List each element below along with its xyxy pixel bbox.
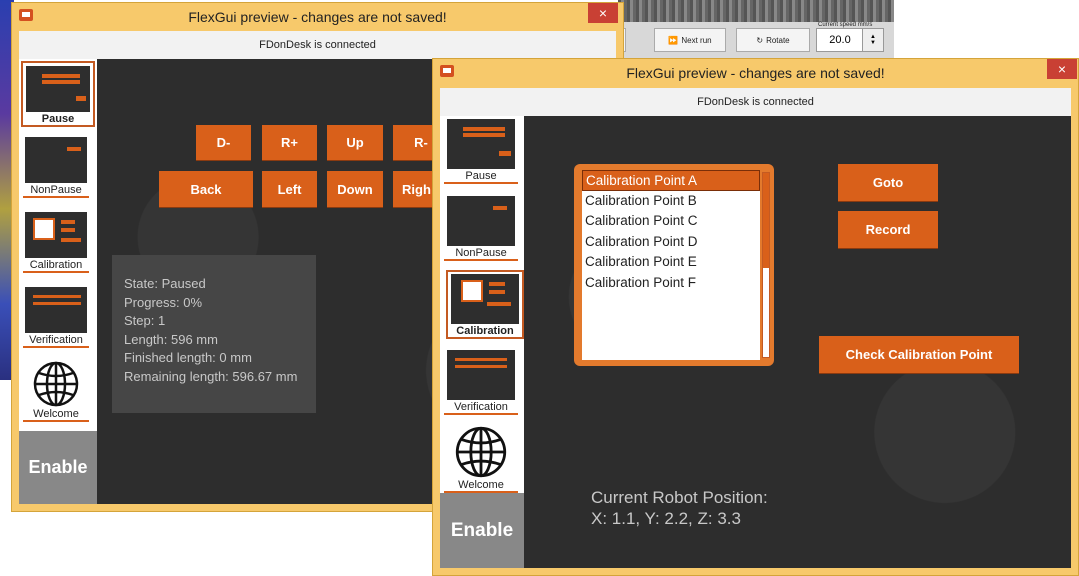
calibration-thumbnail [25,212,87,258]
nav-item-pause[interactable]: Pause [444,119,518,184]
globe-icon [455,426,507,478]
calibration-thumbnail [451,274,519,324]
remaining-length-text: Remaining length: 596.67 mm [124,368,298,384]
nav-item-calibration[interactable]: Calibration [23,212,89,273]
nav-label: Verification [444,400,518,415]
calibration-point-list: Calibration Point A Calibration Point B … [574,164,774,366]
rotate-button[interactable]: ↻ Rotate [736,28,810,52]
window-title: FlexGui preview - changes are not saved! [626,65,885,81]
connection-status: FDonDesk is connected [19,31,616,59]
background-app-image [618,0,894,22]
verification-thumbnail [25,287,87,333]
sidebar: Pause NonPause Calibration Verification … [440,116,524,568]
down-button[interactable]: Down [327,171,383,207]
chevron-down-icon: ▼ [870,40,876,46]
list-item-calibration-point-a[interactable]: Calibration Point A [582,170,760,191]
goto-button[interactable]: Goto [838,164,938,201]
nonpause-thumbnail [25,137,87,183]
finished-length-text: Finished length: 0 mm [124,350,252,366]
enable-button[interactable]: Enable [19,431,97,504]
status-panel: State: Paused Progress: 0% Step: 1 Lengt… [112,255,316,413]
calibration-point-listbox[interactable]: Calibration Point A Calibration Point B … [582,170,760,360]
enable-button[interactable]: Enable [440,493,524,568]
nav-item-welcome[interactable]: Welcome [23,361,89,422]
rotate-icon: ↻ [756,35,764,45]
main-content: Pause NonPause Calibration Verification … [440,116,1071,568]
next-run-button[interactable]: ⏩ Next run [654,28,726,52]
pause-thumbnail [447,119,515,169]
nav-item-calibration[interactable]: Calibration [446,270,524,339]
list-item-calibration-point-b[interactable]: Calibration Point B [582,191,760,212]
speed-input[interactable]: 20.0 [816,28,864,52]
list-item-calibration-point-e[interactable]: Calibration Point E [582,252,760,273]
record-button[interactable]: Record [838,211,938,248]
nav-label: Welcome [23,407,89,422]
r-plus-button[interactable]: R+ [262,125,317,160]
title-bar[interactable]: FlexGui preview - changes are not saved!… [12,3,623,31]
nav-item-nonpause[interactable]: NonPause [444,196,518,261]
nav-item-verification[interactable]: Verification [444,350,518,415]
speed-spinner[interactable]: ▲ ▼ [862,28,884,52]
nav-label: Welcome [444,478,518,493]
nav-label: Pause [444,169,518,184]
nav-item-pause[interactable]: Pause [21,61,95,127]
title-bar[interactable]: FlexGui preview - changes are not saved!… [433,59,1078,87]
nav-label: Calibration [23,258,89,273]
globe-icon [33,361,79,407]
scrollbar-thumb[interactable] [763,173,769,268]
nav-label: Verification [23,333,89,348]
nav-label: NonPause [444,246,518,261]
pause-thumbnail [26,66,90,112]
check-calibration-point-button[interactable]: Check Calibration Point [819,336,1019,373]
verification-thumbnail [447,350,515,400]
robot-position-value: X: 1.1, Y: 2.2, Z: 3.3 [591,509,741,528]
nav-label: Calibration [456,325,514,337]
window-title: FlexGui preview - changes are not saved! [188,9,447,25]
nav-item-verification[interactable]: Verification [23,287,89,348]
nav-label: NonPause [23,183,89,198]
state-text: State: Paused [124,276,206,291]
nav-label: Pause [41,113,75,125]
up-button[interactable]: Up [327,125,383,160]
robot-position-title: Current Robot Position: [591,488,768,507]
rotate-label: Rotate [766,35,790,45]
left-button[interactable]: Left [262,171,317,207]
d-minus-button[interactable]: D- [196,125,251,160]
progress-text: Progress: 0% [124,294,203,310]
step-text: Step: 1 [124,313,166,329]
list-item-calibration-point-c[interactable]: Calibration Point C [582,211,760,232]
next-run-label: Next run [681,35,712,45]
nav-item-nonpause[interactable]: NonPause [23,137,89,198]
nonpause-thumbnail [447,196,515,246]
back-button[interactable]: Back [159,171,253,207]
sidebar: Pause NonPause Calibration Verification … [19,59,97,504]
list-item-calibration-point-d[interactable]: Calibration Point D [582,232,760,253]
list-scrollbar[interactable] [762,172,770,358]
list-item-calibration-point-f[interactable]: Calibration Point F [582,273,760,294]
flexgui-window-front: FlexGui preview - changes are not saved!… [432,58,1079,576]
length-text: Length: 596 mm [124,331,218,347]
robot-position-display: Current Robot Position: X: 1.1, Y: 2.2, … [591,487,768,529]
close-button[interactable]: × [588,3,618,23]
fast-forward-icon: ⏩ [668,35,679,45]
close-button[interactable]: × [1047,59,1077,79]
connection-status: FDonDesk is connected [440,88,1071,116]
nav-item-welcome[interactable]: Welcome [444,426,518,493]
background-app-toolbar: ⏩ Next run ↻ Rotate Current speed mm/s 2… [610,0,894,58]
